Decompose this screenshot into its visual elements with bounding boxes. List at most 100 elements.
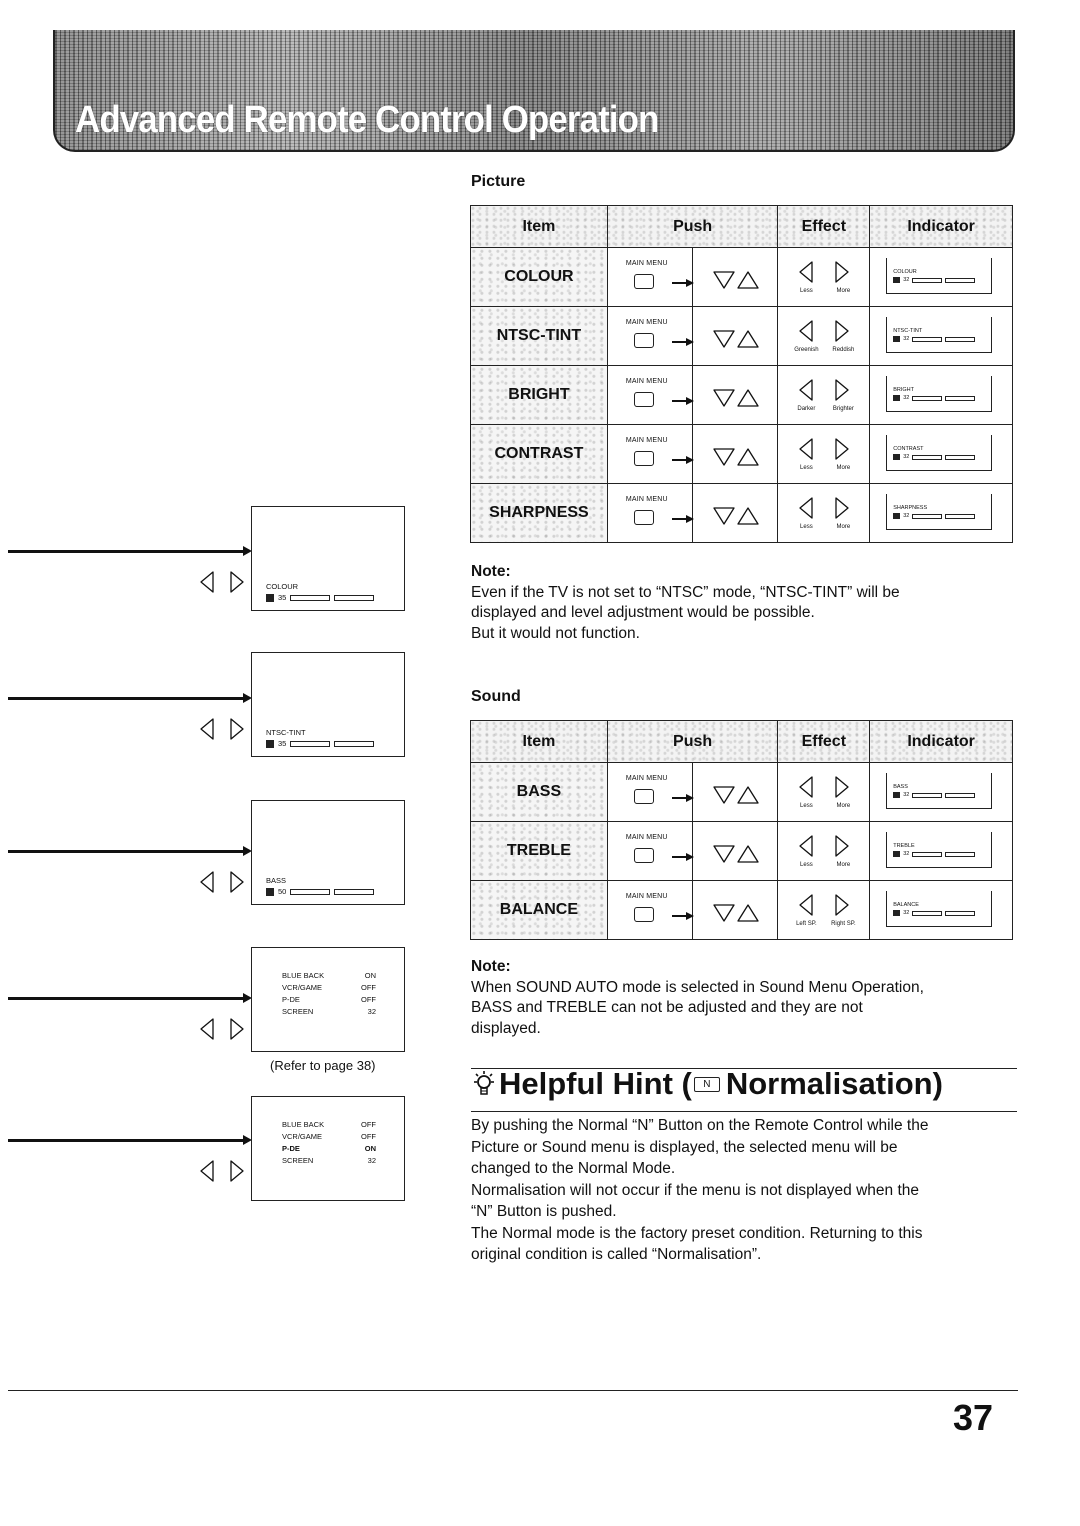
main-menu-label: MAIN MENU <box>625 775 668 782</box>
down-up-buttons-icon <box>713 389 759 407</box>
indicator-value: 32 <box>903 910 910 916</box>
down-up-buttons-icon <box>713 786 759 804</box>
item-cell: CONTRAST <box>470 424 608 484</box>
setup-row: P-DE OFF <box>282 994 376 1006</box>
effect-right-label: More <box>836 803 851 809</box>
push-cell: MAIN MENU <box>606 762 779 822</box>
indicator-cell: CONTRAST 32 <box>869 424 1013 484</box>
level-bar-right <box>334 888 375 895</box>
effect-right-label: More <box>836 465 851 471</box>
level-bar-left <box>912 336 943 342</box>
level-bar-right <box>945 910 976 916</box>
main-menu-button-icon <box>633 789 654 804</box>
table-row: SHARPNESS MAIN MENU Less More SHARPNESS 32 <box>470 483 1013 543</box>
hint-line: By pushing the Normal “N” Button on the … <box>471 1117 929 1134</box>
indicator-screen: TREBLE 32 <box>886 832 993 868</box>
screen-setting-value: 35 <box>278 593 287 602</box>
table-row: NTSC-TINT MAIN MENU Greenish Reddish NTSC-TI… <box>470 306 1013 366</box>
effect-cell: Less More <box>777 762 871 822</box>
setup-label: VCR/GAME <box>282 1132 323 1141</box>
cell-divider <box>691 881 693 939</box>
down-up-buttons-icon <box>713 507 759 525</box>
screen-setting-name: COLOUR <box>266 582 299 591</box>
screen-setting-name: NTSC-TINT <box>266 728 306 737</box>
indicator-cell: BASS 32 <box>869 762 1013 822</box>
screen-setting-value: 50 <box>278 887 287 896</box>
screen-setting-name: BASS <box>266 876 287 885</box>
pointer-arrow-line <box>8 997 246 1000</box>
effect-right-label: Brighter <box>832 406 854 412</box>
push-cell: MAIN MENU <box>606 880 779 940</box>
indicator-value: 32 <box>903 395 910 401</box>
main-menu-label: MAIN MENU <box>625 496 668 503</box>
setup-value: ON <box>364 1144 376 1153</box>
setup-row: VCR/GAME OFF <box>282 982 376 994</box>
effect-right-label: More <box>836 862 851 868</box>
setting-symbol-icon <box>893 910 901 916</box>
setup-label: P-DE <box>282 995 300 1004</box>
right-arrow-icon <box>671 794 694 802</box>
sound-table: Item Push Effect Indicator BASS MAIN MENU… <box>470 720 1013 940</box>
right-arrow-icon <box>671 279 694 287</box>
setting-symbol-icon <box>893 336 901 342</box>
setting-symbol-icon <box>266 739 274 748</box>
effect-cell: Left SP. Right SP. <box>777 880 871 940</box>
effect-cell: Less More <box>777 821 871 881</box>
left-button-icon <box>799 776 814 798</box>
setup-label: BLUE BACK <box>282 971 325 980</box>
indicator-name: TREBLE <box>893 843 915 849</box>
level-bar-left <box>912 513 943 519</box>
picture-table: Item Push Effect Indicator COLOUR MAIN ME… <box>470 205 1013 543</box>
setup-value: 32 <box>367 1156 376 1165</box>
indicator-screen: COLOUR 32 <box>886 258 993 294</box>
header-push: Push <box>606 205 779 248</box>
note-line: When SOUND AUTO mode is selected in Soun… <box>471 978 924 996</box>
left-button-icon <box>799 894 814 916</box>
level-bar-left <box>912 792 943 798</box>
indicator-value: 32 <box>903 851 910 857</box>
setup-value: ON <box>364 971 376 980</box>
left-right-buttons-icon <box>199 717 251 741</box>
indicator-value: 32 <box>903 792 910 798</box>
effect-right-label: More <box>836 524 851 530</box>
indicator-screen: SHARPNESS 32 <box>886 494 993 530</box>
effect-cell: Darker Brighter <box>777 365 871 425</box>
right-arrow-icon <box>671 912 694 920</box>
push-cell: MAIN MENU <box>606 424 779 484</box>
setting-symbol-icon <box>266 593 274 602</box>
indicator-name: NTSC-TINT <box>893 328 923 334</box>
effect-right-label: Reddish <box>832 347 855 353</box>
indicator-screen: BRIGHT 32 <box>886 376 993 412</box>
item-cell: BASS <box>470 762 608 822</box>
setting-symbol-icon <box>893 454 901 460</box>
effect-right-label: Right SP. <box>831 921 856 927</box>
setting-symbol-icon <box>893 851 901 857</box>
effect-cell: Less More <box>777 247 871 307</box>
main-menu-button-icon <box>633 848 654 863</box>
table-row: BALANCE MAIN MENU Left SP. Right SP. BALANCE… <box>470 880 1013 940</box>
hint-line: original condition is called “Normalisat… <box>471 1246 762 1263</box>
left-right-buttons-icon <box>199 870 251 894</box>
indicator-screen: BASS 32 <box>886 773 993 809</box>
item-cell: NTSC-TINT <box>470 306 608 366</box>
level-bar-left <box>912 395 943 401</box>
hint-line: The Normal mode is the factory preset co… <box>471 1224 923 1242</box>
cell-divider <box>691 366 693 424</box>
right-arrow-icon <box>671 456 694 464</box>
indicator-cell: COLOUR 32 <box>869 247 1013 307</box>
header-indicator: Indicator <box>869 720 1013 763</box>
main-menu-label: MAIN MENU <box>625 378 668 385</box>
tv-screen: NTSC-TINT 35 <box>251 652 405 757</box>
item-cell: BALANCE <box>470 880 608 940</box>
item-cell: COLOUR <box>470 247 608 307</box>
setup-label: P-DE <box>282 1144 300 1153</box>
down-up-buttons-icon <box>713 904 759 922</box>
setup-row: SCREEN 32 <box>282 1155 376 1167</box>
left-button-icon <box>799 261 814 283</box>
pointer-arrow-line <box>8 850 246 853</box>
setting-symbol-icon <box>893 513 901 519</box>
push-cell: MAIN MENU <box>606 483 779 543</box>
item-cell: BRIGHT <box>470 365 608 425</box>
effect-cell: Greenish Reddish <box>777 306 871 366</box>
note-line: But it would not function. <box>471 624 640 642</box>
